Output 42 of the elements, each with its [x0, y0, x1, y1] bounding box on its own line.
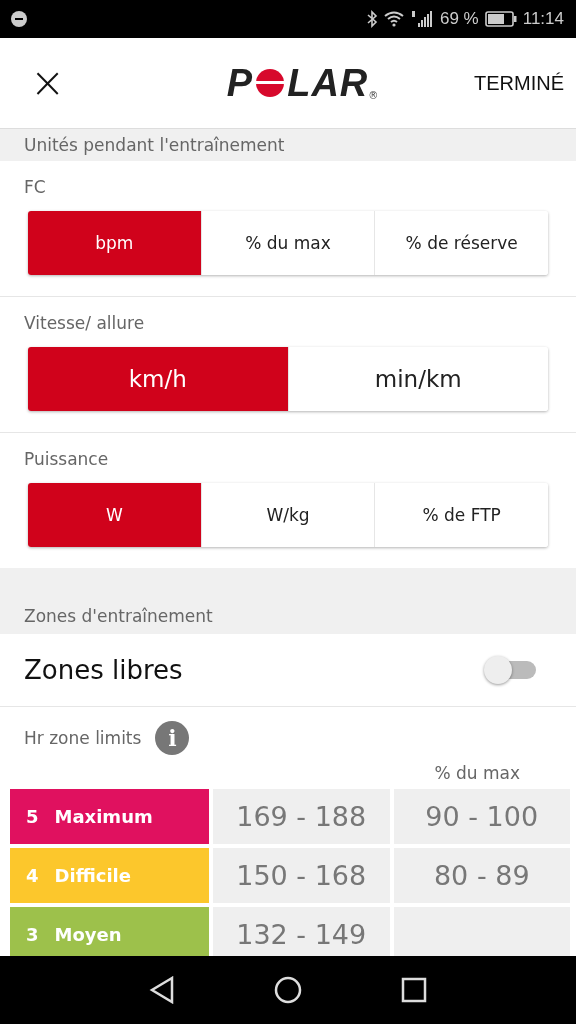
home-icon[interactable] [274, 976, 302, 1004]
logo-letter: P [226, 61, 254, 105]
unit-option[interactable]: W [28, 483, 202, 547]
column-header: % du max [434, 763, 520, 783]
recent-apps-icon[interactable] [400, 977, 427, 1003]
section-title: Unités pendant l'entraînement [24, 135, 285, 155]
setting-label: FC [24, 177, 47, 197]
setting-label: Vitesse/ allure [24, 313, 146, 333]
back-icon[interactable] [149, 976, 176, 1004]
unit-option[interactable]: km/h [28, 347, 289, 411]
close-button[interactable]: × [24, 62, 72, 104]
signal-icon [409, 10, 434, 28]
setting-label: Hr zone limits [24, 728, 142, 748]
zone-label: 5 Maximum [10, 789, 209, 844]
wifi-icon [383, 11, 404, 27]
table-cell: 132 - 149 [213, 907, 390, 956]
info-button[interactable]: i [155, 721, 190, 755]
notification-icon [10, 10, 28, 28]
zone-label: 3 Moyen [10, 907, 209, 956]
unit-option[interactable]: % de réserve [375, 211, 548, 275]
logo-text: LAR [287, 61, 369, 105]
done-button[interactable]: TERMINÉ [474, 71, 564, 95]
unit-option[interactable]: min/km [288, 347, 548, 411]
table-cell: 90 - 100 [393, 789, 570, 844]
table-cell: 150 - 168 [213, 848, 390, 903]
table-cell: 80 - 89 [393, 848, 570, 903]
clock: 11:14 [522, 9, 564, 29]
setting-label: Zones libres [24, 655, 183, 685]
setting-label: Puissance [24, 449, 110, 469]
table-cell: 169 - 188 [213, 789, 390, 844]
logo-circle-icon [255, 68, 286, 98]
battery-icon [484, 11, 517, 27]
registered-mark: ® [368, 89, 379, 101]
section-title: Zones d'entraînement [24, 606, 213, 626]
toggle-switch[interactable] [484, 656, 536, 684]
zone-label: 4 Difficile [10, 848, 209, 903]
unit-option[interactable]: bpm [28, 211, 202, 275]
unit-option[interactable]: % du max [201, 211, 376, 275]
bluetooth-icon [365, 10, 378, 28]
battery-percent: 69 % [439, 9, 479, 29]
unit-option[interactable]: W/kg [201, 483, 376, 547]
unit-option[interactable]: % de FTP [375, 483, 548, 547]
